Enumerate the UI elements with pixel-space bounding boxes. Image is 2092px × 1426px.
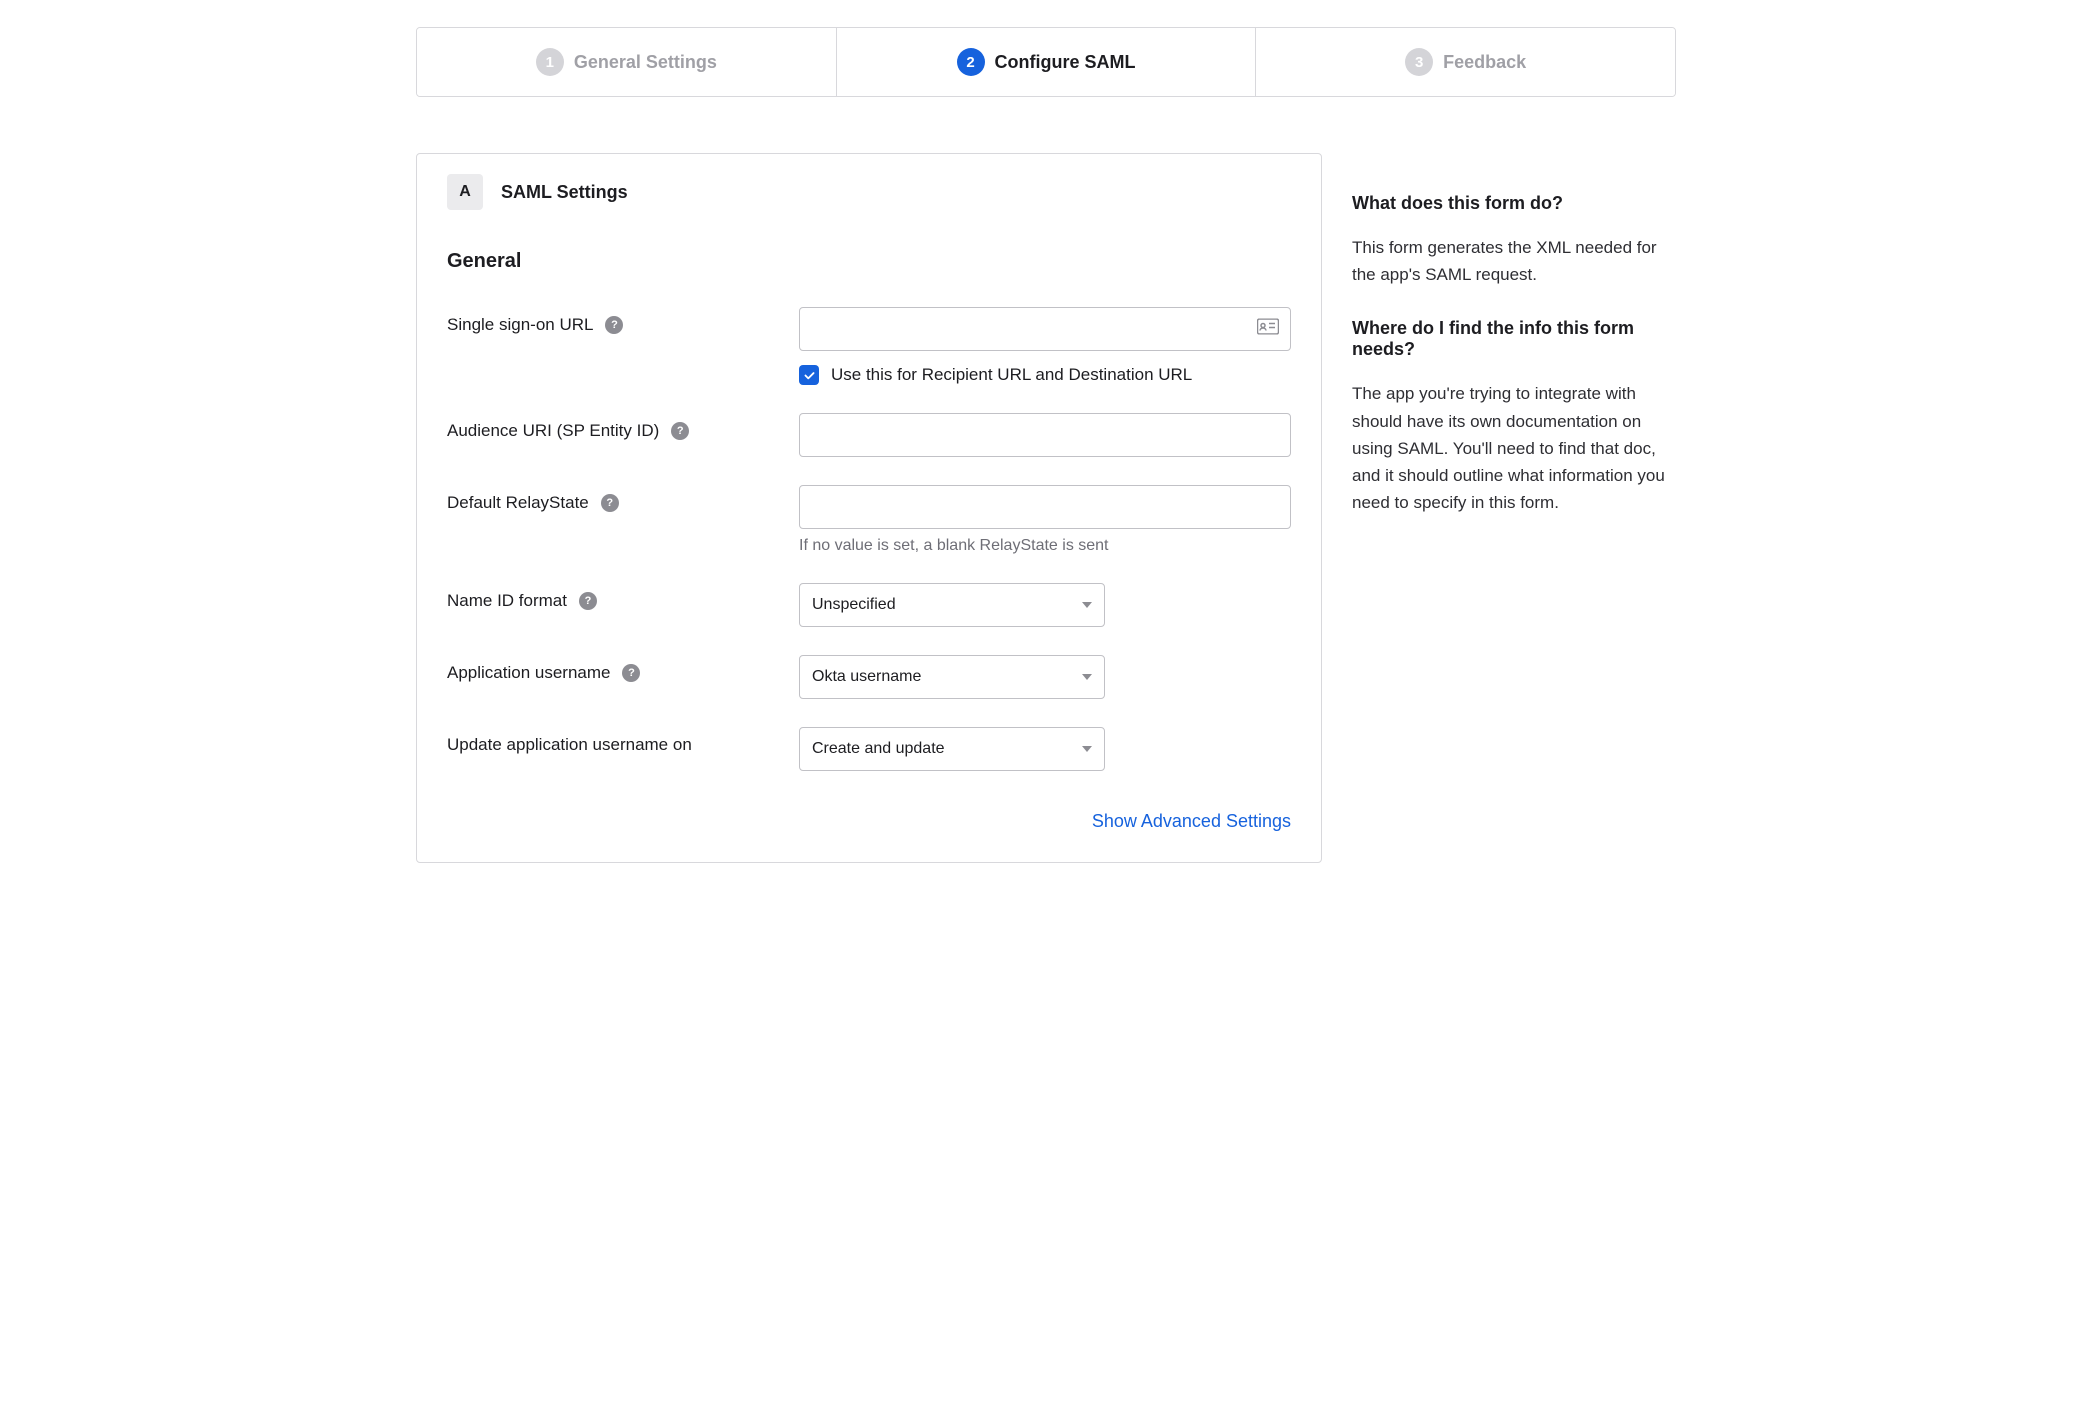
- row-sso-url: Single sign-on URL ?: [447, 307, 1291, 385]
- help-icon[interactable]: ?: [622, 664, 640, 682]
- row-update-on: Update application username on Create an…: [447, 727, 1291, 771]
- credential-icon: [1257, 319, 1279, 340]
- checkbox-label: Use this for Recipient URL and Destinati…: [831, 365, 1192, 385]
- row-name-id: Name ID format ? Unspecified: [447, 583, 1291, 627]
- tab-general-settings[interactable]: 1 General Settings: [417, 28, 836, 96]
- help-para-1: This form generates the XML needed for t…: [1352, 234, 1676, 288]
- label-audience-uri: Audience URI (SP Entity ID): [447, 421, 659, 441]
- wizard-tabs: 1 General Settings 2 Configure SAML 3 Fe…: [416, 27, 1676, 97]
- input-sso-url[interactable]: [799, 307, 1291, 351]
- tab-label: Feedback: [1443, 52, 1526, 73]
- chevron-down-icon: [1082, 602, 1092, 608]
- row-relay-state: Default RelayState ? If no value is set,…: [447, 485, 1291, 555]
- tab-label: Configure SAML: [995, 52, 1136, 73]
- label-app-username: Application username: [447, 663, 610, 683]
- select-app-username[interactable]: Okta username: [799, 655, 1105, 699]
- label-sso-url: Single sign-on URL: [447, 315, 593, 335]
- help-icon[interactable]: ?: [601, 494, 619, 512]
- saml-settings-card: A SAML Settings General Single sign-on U…: [416, 153, 1322, 863]
- subsection-title: General: [447, 250, 1291, 273]
- step-number: 2: [957, 48, 985, 76]
- help-heading-2: Where do I find the info this form needs…: [1352, 318, 1676, 360]
- checkbox-recipient-url[interactable]: [799, 365, 819, 385]
- tab-feedback[interactable]: 3 Feedback: [1255, 28, 1675, 96]
- help-icon[interactable]: ?: [605, 316, 623, 334]
- select-update-on[interactable]: Create and update: [799, 727, 1105, 771]
- chevron-down-icon: [1082, 674, 1092, 680]
- section-title: SAML Settings: [501, 182, 628, 203]
- select-value: Create and update: [812, 740, 945, 758]
- tab-configure-saml[interactable]: 2 Configure SAML: [836, 28, 1256, 96]
- select-name-id[interactable]: Unspecified: [799, 583, 1105, 627]
- label-name-id: Name ID format: [447, 591, 567, 611]
- section-letter-badge: A: [447, 174, 483, 210]
- help-icon[interactable]: ?: [671, 422, 689, 440]
- hint-relay-state: If no value is set, a blank RelayState i…: [799, 537, 1291, 555]
- select-value: Unspecified: [812, 596, 896, 614]
- chevron-down-icon: [1082, 746, 1092, 752]
- step-number: 1: [536, 48, 564, 76]
- help-panel: What does this form do? This form genera…: [1352, 153, 1676, 526]
- help-heading-1: What does this form do?: [1352, 193, 1676, 214]
- row-audience-uri: Audience URI (SP Entity ID) ?: [447, 413, 1291, 457]
- show-advanced-link[interactable]: Show Advanced Settings: [1092, 811, 1291, 831]
- input-audience-uri[interactable]: [799, 413, 1291, 457]
- tab-label: General Settings: [574, 52, 717, 73]
- help-para-2: The app you're trying to integrate with …: [1352, 380, 1676, 516]
- help-icon[interactable]: ?: [579, 592, 597, 610]
- input-relay-state[interactable]: [799, 485, 1291, 529]
- step-number: 3: [1405, 48, 1433, 76]
- row-app-username: Application username ? Okta username: [447, 655, 1291, 699]
- label-relay-state: Default RelayState: [447, 493, 589, 513]
- section-header: A SAML Settings: [447, 174, 1291, 210]
- select-value: Okta username: [812, 668, 921, 686]
- label-update-on: Update application username on: [447, 735, 692, 755]
